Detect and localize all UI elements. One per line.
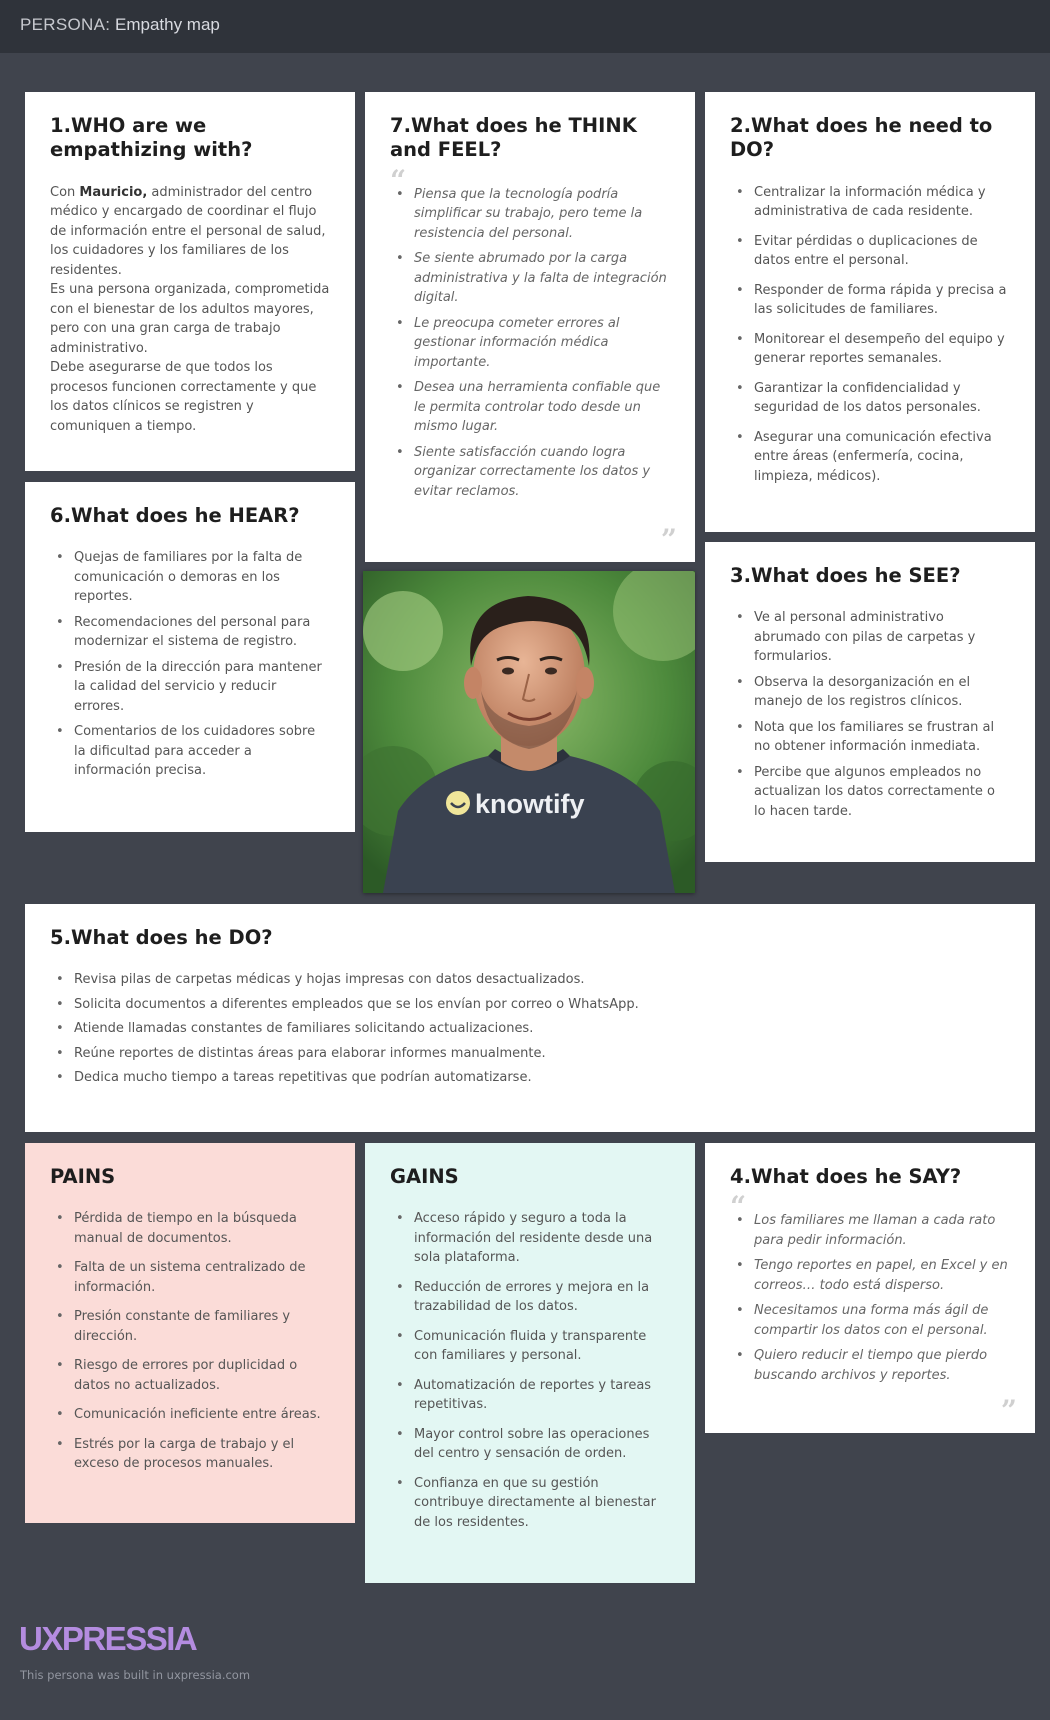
list-item: Le preocupa cometer errores al gestionar… — [390, 314, 670, 373]
think-title: 7.What does he THINK and FEEL? — [390, 114, 637, 162]
list-item: Evitar pérdidas o duplicaciones de datos… — [730, 232, 1010, 271]
list-item: Estrés por la carga de trabajo y el exce… — [50, 1435, 330, 1474]
hear-list: Quejas de familiares por la falta de com… — [50, 548, 330, 781]
say-card: 4.What does he SAY? “ Los familiares me … — [705, 1143, 1035, 1433]
list-item: Asegurar una comunicación efectiva entre… — [730, 428, 1010, 487]
list-item: Responder de forma rápida y precisa a la… — [730, 281, 1010, 320]
list-item: Automatización de reportes y tareas repe… — [390, 1376, 670, 1415]
list-item: Solicita documentos a diferentes emplead… — [50, 995, 1010, 1015]
does-list: Revisa pilas de carpetas médicas y hojas… — [50, 970, 1010, 1088]
list-item: Revisa pilas de carpetas médicas y hojas… — [50, 970, 1010, 990]
need-to-do-card: 2.What does he need to DO? Centralizar l… — [705, 92, 1035, 532]
say-list: Los familiares me llaman a cada rato par… — [730, 1211, 1010, 1385]
list-item: Centralizar la información médica y admi… — [730, 183, 1010, 222]
persona-portrait-image: knowtify — [363, 571, 695, 893]
list-item: Observa la desorganización en el manejo … — [730, 673, 1010, 712]
who-lead: Con — [50, 184, 80, 200]
list-item: Percibe que algunos empleados no actuali… — [730, 763, 1010, 822]
uxpressia-logo[interactable]: UXPRESSIA — [19, 1620, 198, 1658]
list-item: Mayor control sobre las operaciones del … — [390, 1425, 670, 1464]
list-item: Los familiares me llaman a cada rato par… — [730, 1211, 1010, 1250]
list-item: Dedica mucho tiempo a tareas repetitivas… — [50, 1068, 1010, 1088]
gains-title: GAINS — [390, 1165, 459, 1188]
open-quote-icon: “ — [390, 166, 407, 185]
think-list: Piensa que la tecnología podría simplifi… — [390, 185, 670, 502]
list-item: Nota que los familiares se frustran al n… — [730, 718, 1010, 757]
does-title: 5.What does he DO? — [50, 926, 273, 949]
list-item: Quejas de familiares por la falta de com… — [50, 548, 330, 607]
list-item: Pérdida de tiempo en la búsqueda manual … — [50, 1209, 330, 1248]
list-item: Acceso rápido y seguro a toda la informa… — [390, 1209, 670, 1268]
who-paragraph-1: Con Mauricio, administrador del centro m… — [50, 183, 330, 281]
hear-title: 6.What does he HEAR? — [50, 504, 300, 527]
gains-list: Acceso rápido y seguro a toda la informa… — [390, 1209, 670, 1532]
page-title: PERSONA: Empathy map — [20, 15, 220, 35]
list-item: Piensa que la tecnología podría simplifi… — [390, 185, 670, 244]
see-list: Ve al personal administrativo abrumado c… — [730, 608, 1010, 821]
close-quote-icon: ” — [1000, 1394, 1017, 1427]
list-item: Monitorear el desempeño del equipo y gen… — [730, 330, 1010, 369]
who-paragraph-2: Es una persona organizada, comprometida … — [50, 282, 330, 356]
list-item: Presión de la dirección para mantener la… — [50, 658, 330, 717]
open-quote-icon: “ — [730, 1193, 747, 1212]
see-title: 3.What does he SEE? — [730, 564, 961, 587]
list-item: Confianza en que su gestión contribuye d… — [390, 1474, 670, 1533]
see-card: 3.What does he SEE? Ve al personal admin… — [705, 542, 1035, 862]
need-title: 2.What does he need to DO? — [730, 114, 993, 162]
list-item: Siente satisfacción cuando logra organiz… — [390, 443, 670, 502]
pains-title: PAINS — [50, 1165, 116, 1188]
need-list: Centralizar la información médica y admi… — [730, 183, 1010, 487]
list-item: Falta de un sistema centralizado de info… — [50, 1258, 330, 1297]
hear-card: 6.What does he HEAR? Quejas de familiare… — [25, 482, 355, 832]
does-card: 5.What does he DO? Revisa pilas de carpe… — [25, 904, 1035, 1132]
list-item: Reducción de errores y mejora en la traz… — [390, 1278, 670, 1317]
top-bar: PERSONA: Empathy map — [0, 0, 1050, 53]
list-item: Comunicación fluida y transparente con f… — [390, 1327, 670, 1366]
footer-note: This persona was built in uxpressia.com — [20, 1668, 251, 1682]
list-item: Presión constante de familiares y direcc… — [50, 1307, 330, 1346]
who-title: 1.WHO are we empathizing with? — [50, 114, 253, 162]
list-item: Comentarios de los cuidadores sobre la d… — [50, 722, 330, 781]
gains-card: GAINS Acceso rápido y seguro a toda la i… — [365, 1143, 695, 1583]
list-item: Necesitamos una forma más ágil de compar… — [730, 1301, 1010, 1340]
list-item: Garantizar la confidencialidad y segurid… — [730, 379, 1010, 418]
title-text: Empathy map — [115, 15, 220, 34]
list-item: Tengo reportes en papel, en Excel y en c… — [730, 1256, 1010, 1295]
persona-photo: knowtify — [363, 571, 695, 893]
list-item: Riesgo de errores por duplicidad o datos… — [50, 1356, 330, 1395]
list-item: Atiende llamadas constantes de familiare… — [50, 1019, 1010, 1039]
who-paragraph-3: Debe asegurarse de que todos los proceso… — [50, 360, 317, 434]
say-title: 4.What does he SAY? — [730, 1165, 962, 1188]
pains-card: PAINS Pérdida de tiempo en la búsqueda m… — [25, 1143, 355, 1523]
list-item: Comunicación ineficiente entre áreas. — [50, 1405, 330, 1425]
close-quote-icon: ” — [660, 523, 677, 556]
persona-name: Mauricio, — [79, 184, 148, 200]
shirt-logo-text: knowtify — [475, 789, 585, 819]
list-item: Recomendaciones del personal para modern… — [50, 613, 330, 652]
list-item: Desea una herramienta confiable que le p… — [390, 378, 670, 437]
pains-list: Pérdida de tiempo en la búsqueda manual … — [50, 1209, 330, 1474]
list-item: Ve al personal administrativo abrumado c… — [730, 608, 1010, 667]
list-item: Quiero reducir el tiempo que pierdo busc… — [730, 1346, 1010, 1385]
think-feel-card: 7.What does he THINK and FEEL? “ Piensa … — [365, 92, 695, 562]
list-item: Reúne reportes de distintas áreas para e… — [50, 1044, 1010, 1064]
title-prefix: PERSONA: — [20, 15, 111, 34]
list-item: Se siente abrumado por la carga administ… — [390, 249, 670, 308]
who-card: 1.WHO are we empathizing with? Con Mauri… — [25, 92, 355, 471]
